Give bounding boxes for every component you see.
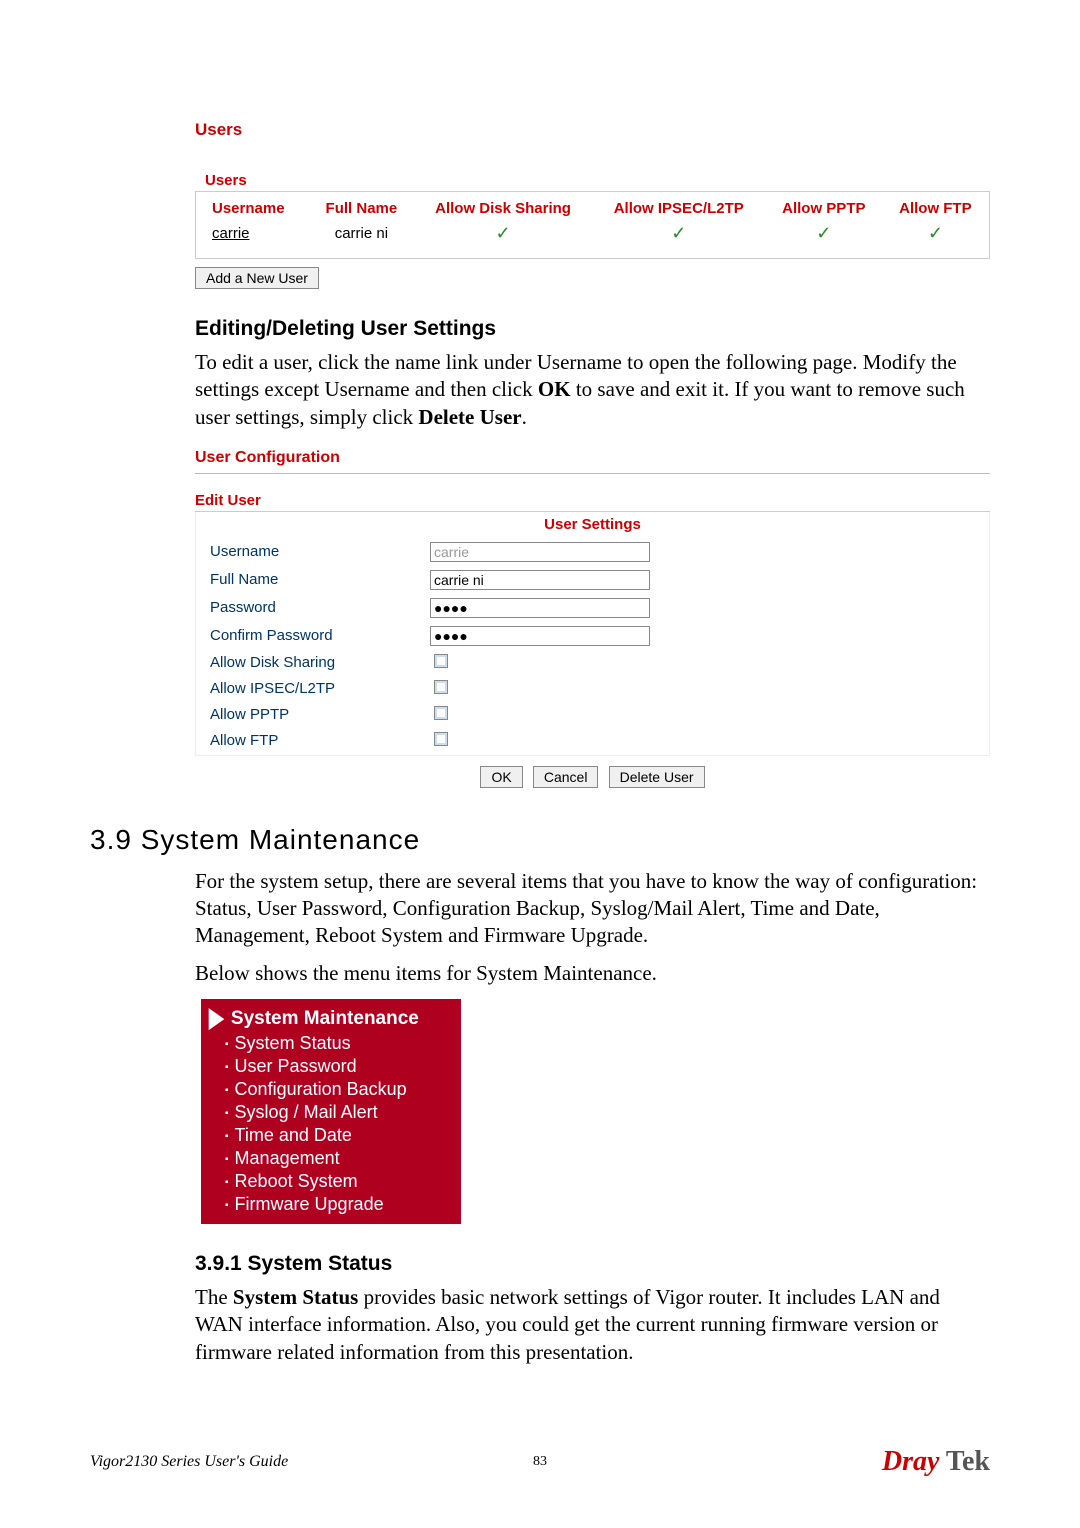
password-field[interactable] — [430, 598, 650, 618]
col-fullname: Full Name — [310, 198, 412, 219]
menu-header[interactable]: ▶ System Maintenance — [201, 1005, 461, 1032]
users-subtitle: Users — [195, 170, 990, 191]
edit-heading: Editing/Deleting User Settings — [195, 317, 990, 341]
menu-item-syslog[interactable]: Syslog / Mail Alert — [225, 1101, 461, 1124]
ftp-checkbox[interactable] — [434, 732, 448, 746]
users-title: Users — [195, 120, 990, 140]
footer-guide: Vigor2130 Series User's Guide — [90, 1453, 288, 1471]
label-confirm-password: Confirm Password — [198, 623, 428, 649]
edit-user-label: Edit User — [195, 492, 990, 512]
user-settings-header: User Settings — [196, 512, 989, 537]
fullname-field[interactable] — [430, 570, 650, 590]
menu-item-management[interactable]: Management — [225, 1147, 461, 1170]
cell-fullname: carrie ni — [310, 221, 412, 246]
edit-paragraph: To edit a user, click the name link unde… — [195, 349, 990, 431]
users-panel: Users Users Username Full Name Allow Dis… — [195, 120, 990, 289]
cancel-button[interactable]: Cancel — [533, 766, 599, 788]
delete-user-button[interactable]: Delete User — [609, 766, 705, 788]
ok-button[interactable]: OK — [480, 766, 522, 788]
col-disksharing: Allow Disk Sharing — [415, 198, 592, 219]
add-user-button[interactable]: Add a New User — [195, 267, 319, 289]
col-ftp: Allow FTP — [884, 198, 987, 219]
page-number: 83 — [533, 1454, 547, 1470]
label-disk-sharing: Allow Disk Sharing — [198, 651, 428, 675]
menu-item-config-backup[interactable]: Configuration Backup — [225, 1078, 461, 1101]
brand-logo: Dray Tek — [882, 1446, 990, 1478]
disk-sharing-checkbox[interactable] — [434, 654, 448, 668]
check-icon: ✓ — [496, 223, 511, 243]
label-pptp: Allow PPTP — [198, 703, 428, 727]
users-table: Username Full Name Allow Disk Sharing Al… — [196, 196, 989, 248]
pptp-checkbox[interactable] — [434, 706, 448, 720]
user-config-panel: User Configuration Edit User User Settin… — [195, 449, 990, 788]
col-ipsec: Allow IPSEC/L2TP — [594, 198, 764, 219]
triangle-right-icon: ▶ — [209, 1002, 224, 1034]
label-password: Password — [198, 595, 428, 621]
check-icon: ✓ — [671, 223, 686, 243]
menu-item-system-status[interactable]: System Status — [225, 1032, 461, 1055]
table-row: carrie carrie ni ✓ ✓ ✓ ✓ — [198, 221, 987, 246]
check-icon: ✓ — [816, 223, 831, 243]
table-header-row: Username Full Name Allow Disk Sharing Al… — [198, 198, 987, 219]
system-status-para: The System Status provides basic network… — [195, 1284, 990, 1366]
check-icon: ✓ — [928, 223, 943, 243]
menu-item-firmware[interactable]: Firmware Upgrade — [225, 1193, 461, 1216]
col-username: Username — [198, 198, 308, 219]
label-ipsec: Allow IPSEC/L2TP — [198, 677, 428, 701]
col-pptp: Allow PPTP — [766, 198, 882, 219]
label-fullname: Full Name — [198, 567, 428, 593]
system-maintenance-heading: 3.9 System Maintenance — [90, 824, 990, 856]
ipsec-checkbox[interactable] — [434, 680, 448, 694]
system-status-heading: 3.9.1 System Status — [195, 1252, 990, 1276]
menu-item-reboot[interactable]: Reboot System — [225, 1170, 461, 1193]
confirm-password-field[interactable] — [430, 626, 650, 646]
sysmaint-para2: Below shows the menu items for System Ma… — [195, 960, 990, 987]
menu-item-time-date[interactable]: Time and Date — [225, 1124, 461, 1147]
label-ftp: Allow FTP — [198, 729, 428, 753]
username-field — [430, 542, 650, 562]
menu-item-user-password[interactable]: User Password — [225, 1055, 461, 1078]
system-maintenance-menu: ▶ System Maintenance System Status User … — [201, 999, 461, 1224]
page-footer: Vigor2130 Series User's Guide 83 Dray Te… — [90, 1446, 990, 1478]
sysmaint-para1: For the system setup, there are several … — [195, 868, 990, 950]
user-config-title: User Configuration — [195, 449, 990, 474]
username-link[interactable]: carrie — [212, 225, 250, 242]
label-username: Username — [198, 539, 428, 565]
